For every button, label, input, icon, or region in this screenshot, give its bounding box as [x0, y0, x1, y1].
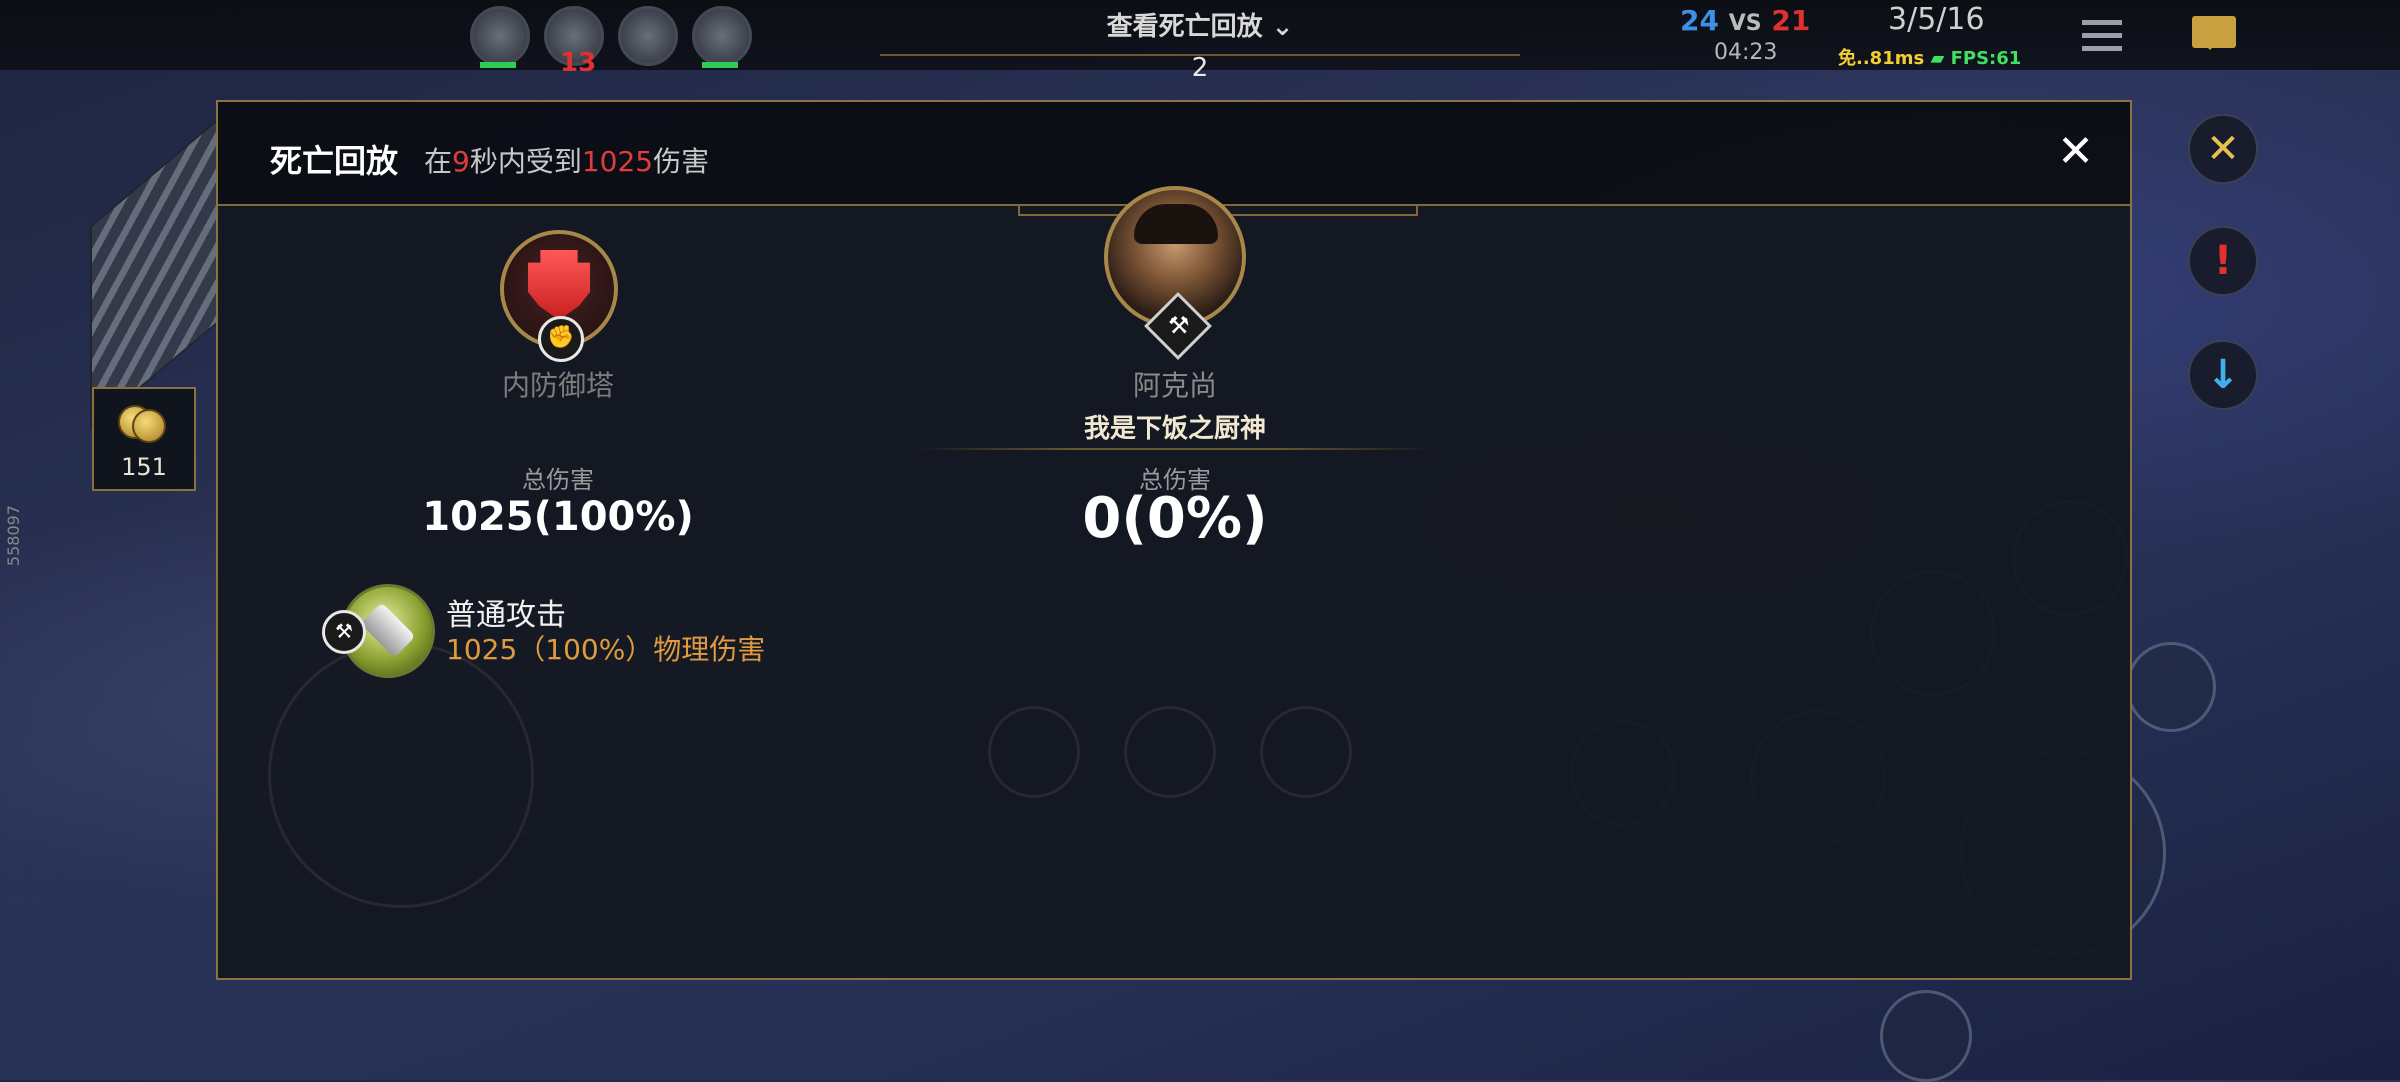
skill-button-ghost	[2126, 642, 2216, 732]
scroll-icon	[360, 602, 416, 658]
background-slot-ghost	[988, 706, 1080, 798]
coin-icon	[118, 401, 166, 443]
side-id-text: 558097	[4, 505, 23, 567]
background-joystick-ghost	[268, 642, 534, 908]
total-damage-label: 总伤害	[522, 466, 594, 494]
hero-name: 阿克尚	[1132, 369, 1217, 402]
battery-icon: ▰	[1930, 48, 1945, 69]
ping-value: 免..81ms	[1838, 48, 1925, 69]
hammer-crossed-icon: ⚒	[322, 610, 366, 654]
ally-hero-portrait	[618, 6, 678, 66]
ally-hp-bar	[702, 62, 738, 68]
arrow-down-icon[interactable]: ↓	[2188, 340, 2258, 410]
summary-mid: 秒内受到	[469, 145, 582, 178]
ally-hero-portrait	[470, 6, 530, 66]
gold-counter[interactable]: 151	[92, 387, 196, 491]
network-status: 免..81ms ▰ FPS:61	[1838, 44, 2021, 70]
damage-number: 13	[560, 48, 597, 78]
score-blue: 24	[1680, 4, 1719, 37]
death-replay-summary: 在9秒内受到1025伤害	[424, 140, 709, 180]
alert-icon[interactable]: !	[2188, 226, 2258, 296]
summary-suffix: 伤害	[653, 145, 710, 178]
summary-damage: 1025	[581, 145, 654, 178]
kda-display: 3/5/16	[1888, 2, 1985, 37]
tower-icon	[528, 250, 590, 320]
score-vs: VS	[1728, 11, 1762, 36]
menu-icon[interactable]	[2082, 20, 2122, 52]
replay-toggle-label: 查看死亡回放	[1106, 12, 1263, 42]
replay-count: 2	[1191, 53, 1209, 83]
ally-hp-bar	[480, 62, 516, 68]
death-replay-title: 死亡回放	[270, 142, 399, 180]
summary-seconds: 9	[452, 145, 470, 178]
score-red: 21	[1771, 4, 1811, 37]
chevron-down-icon: ⌄	[1271, 12, 1294, 42]
hero-hair	[1134, 204, 1218, 244]
close-button[interactable]: ✕	[2057, 130, 2094, 174]
replay-toggle[interactable]: 查看死亡回放 ⌄ 2	[1060, 6, 1340, 83]
skill-damage-detail: 1025（100%）物理伤害	[446, 633, 766, 666]
skill-button-ghost	[1880, 990, 1972, 1082]
match-timer: 04:23	[1714, 40, 1778, 65]
summary-prefix: 在	[424, 145, 453, 178]
death-replay-panel: 死亡回放 在9秒内受到1025伤害 ✕ ✊ 内防御塔 总伤害 1025(100%…	[216, 100, 2132, 980]
fist-icon: ✊	[538, 316, 584, 362]
fps-value: FPS:61	[1950, 48, 2022, 69]
background-slot-ghost	[1124, 706, 1216, 798]
team-score: 24 VS 21	[1680, 4, 1810, 37]
gold-value: 151	[121, 453, 167, 481]
player-name: 我是下饭之厨神	[1083, 414, 1266, 444]
divider-line	[918, 448, 1432, 450]
ally-hero-portrait	[692, 6, 752, 66]
minimap[interactable]	[90, 113, 224, 431]
source-name: 内防御塔	[501, 369, 614, 402]
total-damage-value: 0(0%)	[1082, 486, 1268, 551]
background-slot-ghost	[1260, 706, 1352, 798]
total-damage-value: 1025(100%)	[422, 494, 694, 540]
crossed-swords-icon[interactable]: ✕	[2188, 114, 2258, 184]
chat-icon[interactable]	[2192, 16, 2236, 50]
